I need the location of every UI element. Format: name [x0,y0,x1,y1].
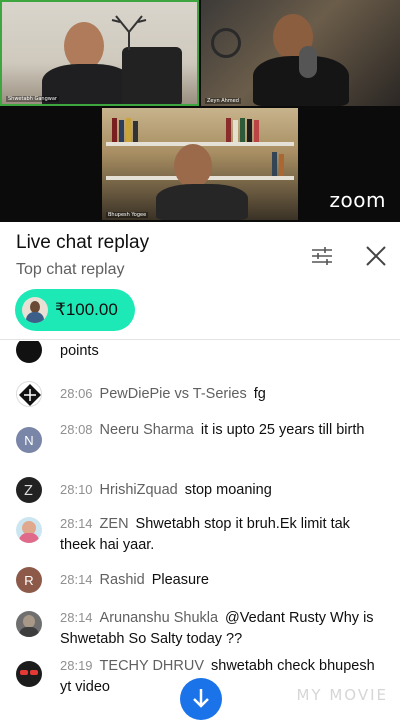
participant-body [156,184,248,220]
arrow-down-icon [193,689,209,708]
avatar: N [16,427,42,453]
author-name[interactable]: Arunanshu Shukla [100,610,219,626]
video-tile-bhupesh: Bhupesh Yogee [102,108,298,220]
svg-text:Z: Z [24,484,33,499]
video-tile-zeyn: Zeyn Ahmed [201,0,400,106]
filter-button[interactable] [308,242,336,270]
timestamp: 28:14 [60,516,93,531]
author-name[interactable]: TECHY DHRUV [100,658,204,674]
close-icon [366,246,386,266]
zoom-logo: zoom [329,188,386,212]
author-name[interactable]: PewDiePie vs T-Series [100,386,247,402]
author-name[interactable]: HrishiZquad [100,482,178,498]
video-player[interactable]: Shwetabh Gangwar Zeyn Ahmed Bhupesh Yoge… [0,0,400,222]
scroll-to-bottom-button[interactable] [180,678,222,720]
avatar [16,517,42,543]
participant-name: Bhupesh Yogee [106,212,149,218]
timestamp: 28:14 [60,610,93,625]
message-text: Pleasure [151,572,209,588]
avatar: R [16,567,42,593]
participant-name: Shwetabh Gangwar [6,96,59,102]
avatar [22,297,48,323]
avatar [16,661,42,687]
microphone-icon [299,46,317,78]
avatar [16,611,42,637]
video-tile-shwetabh: Shwetabh Gangwar [0,0,199,106]
message-text: points [60,343,99,359]
watermark: MY MOVIE [296,686,388,704]
message-text: it is upto 25 years till birth [200,422,365,438]
participant-name: Zeyn Ahmed [205,98,241,104]
avatar [16,341,42,363]
author-name[interactable]: Neeru Sharma [100,422,194,438]
timestamp: 28:14 [60,572,93,587]
avatar: Z [16,477,42,503]
deer-art-icon [111,15,147,50]
author-name[interactable]: ZEN [100,516,129,532]
chair-back [122,47,182,104]
superchat-amount: ₹100.00 [55,300,118,319]
avatar [16,381,42,407]
message-text: fg [253,386,266,402]
participant-head [64,22,104,70]
close-button[interactable] [362,242,390,270]
author-name[interactable]: Rashid [100,572,145,588]
timestamp: 28:19 [60,658,93,673]
superchat-ticker[interactable]: ₹100.00 [15,289,135,331]
chat-header: Live chat replay Top chat replay ₹100.00 [0,222,400,340]
chat-mode-dropdown[interactable]: Top chat replay [16,261,125,279]
participant-head [174,144,212,188]
timestamp: 28:06 [60,386,93,401]
drum-icon [211,28,241,58]
sliders-icon [312,247,332,265]
chat-title: Live chat replay [16,232,150,253]
chat-message-list[interactable]: points 28:06 PewDiePie vs T-Series fg N 28… [0,341,400,711]
message-text: stop moaning [184,482,272,498]
timestamp: 28:08 [60,422,93,437]
timestamp: 28:10 [60,482,93,497]
